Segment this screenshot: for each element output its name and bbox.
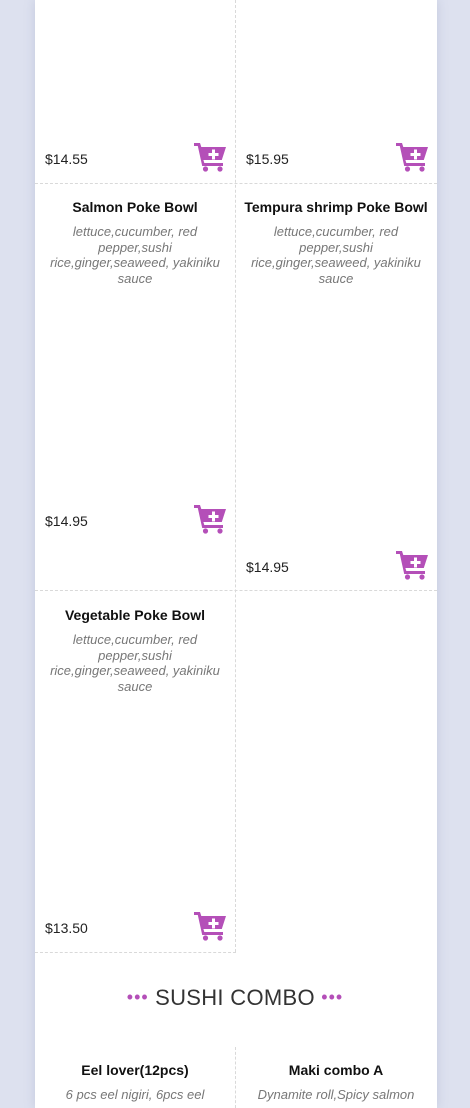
description-line: lettuce,cucumber, red [72, 632, 198, 647]
menu-page [35, 0, 437, 1108]
description-line: sauce [117, 678, 153, 694]
section-title-text: SUSHI COMBO [155, 985, 315, 1010]
add-to-cart-button[interactable] [193, 140, 227, 172]
description-line: rice,ginger,seaweed, yakiniku [251, 255, 421, 270]
description-line: pepper,sushi [98, 647, 172, 663]
add-to-cart-button[interactable] [395, 548, 429, 580]
description-line: lettuce,cucumber, red [72, 224, 198, 239]
row-divider [35, 952, 236, 953]
description-line: sauce [318, 270, 354, 286]
item-name: Salmon Poke Bowl [72, 199, 198, 215]
dots-icon: ••• [321, 987, 344, 1007]
section-title: ••• SUSHI COMBO ••• [0, 985, 470, 1011]
item-price: $14.95 [246, 559, 289, 575]
item-price: $13.50 [45, 920, 88, 936]
description-line: rice,ginger,seaweed, yakiniku [50, 255, 220, 270]
item-price: $15.95 [246, 151, 289, 167]
description-line: Dynamite roll,Spicy salmon [257, 1087, 415, 1102]
item-name: Tempura shrimp Poke Bowl [244, 199, 428, 215]
shopping-cart-icon [194, 505, 226, 534]
shopping-cart-icon [396, 143, 428, 172]
description-line: rice,ginger,seaweed, yakiniku [50, 663, 220, 678]
row-divider [35, 183, 437, 184]
add-to-cart-button[interactable] [193, 909, 227, 941]
description-line: pepper,sushi [98, 239, 172, 255]
item-name: Maki combo A [288, 1062, 384, 1078]
item-description: lettuce,cucumber, red pepper,sushi rice,… [49, 632, 221, 694]
item-name: Vegetable Poke Bowl [64, 607, 206, 623]
item-price: $14.95 [45, 513, 88, 529]
item-description: 6 pcs eel nigiri, 6pcs eel [49, 1087, 221, 1103]
description-line: sauce [117, 270, 153, 286]
item-description: Dynamite roll,Spicy salmon [250, 1087, 422, 1103]
item-description: lettuce,cucumber, red pepper,sushi rice,… [49, 224, 221, 286]
column-divider [235, 0, 236, 952]
dots-icon: ••• [126, 987, 149, 1007]
item-name: Eel lover(12pcs) [81, 1062, 189, 1078]
description-line: 6 pcs eel nigiri, 6pcs eel [65, 1087, 205, 1102]
shopping-cart-icon [396, 551, 428, 580]
item-description: lettuce,cucumber, red pepper,sushi rice,… [250, 224, 422, 286]
add-to-cart-button[interactable] [193, 502, 227, 534]
add-to-cart-button[interactable] [395, 140, 429, 172]
description-line: pepper,sushi [299, 239, 373, 255]
shopping-cart-icon [194, 912, 226, 941]
item-price: $14.55 [45, 151, 88, 167]
shopping-cart-icon [194, 143, 226, 172]
description-line: lettuce,cucumber, red [273, 224, 399, 239]
row-divider [35, 590, 437, 591]
